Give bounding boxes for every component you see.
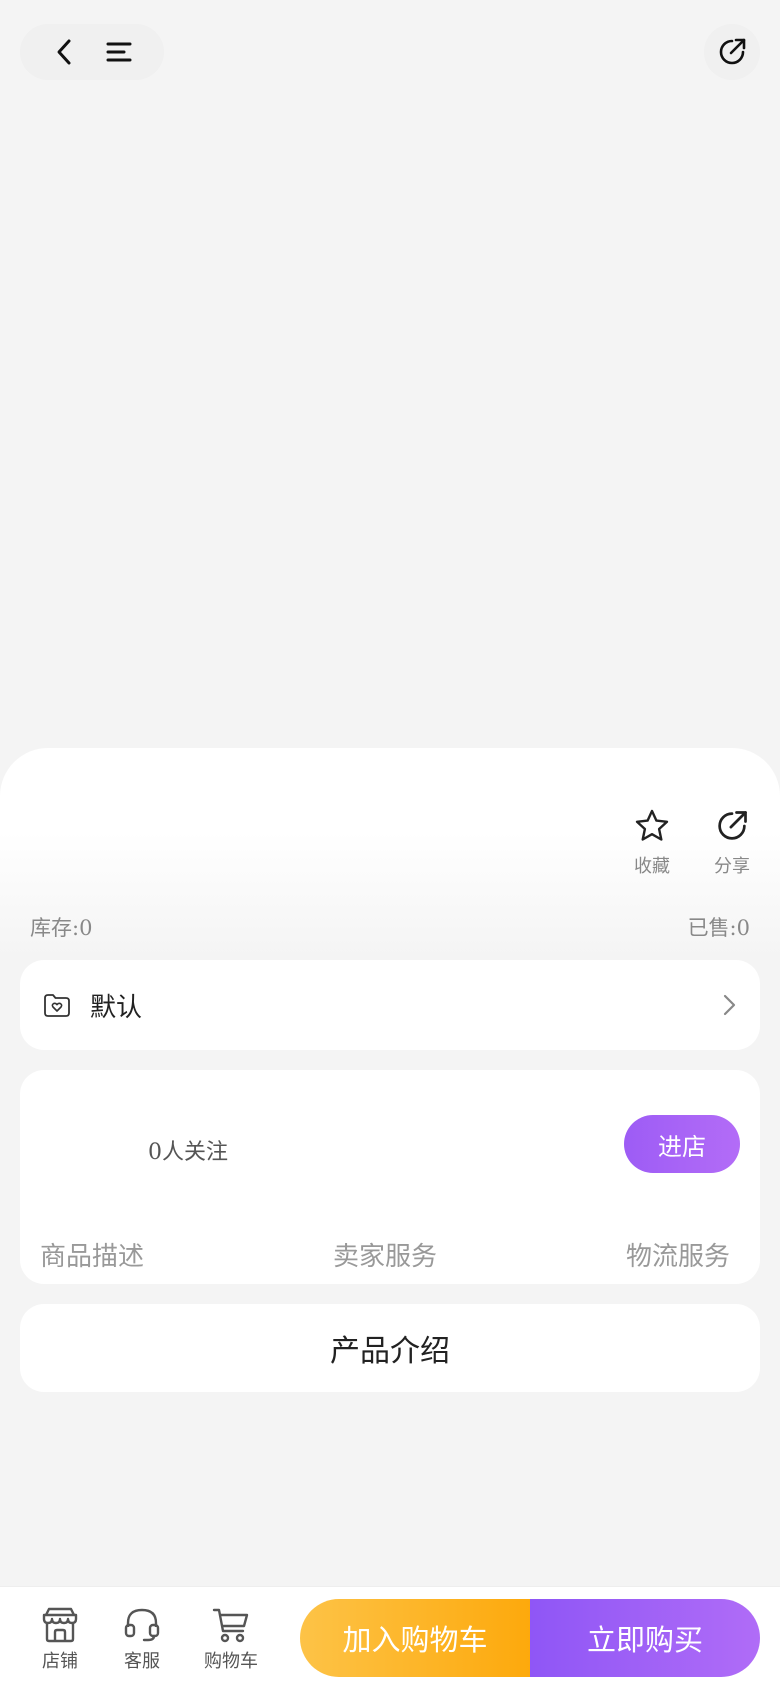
sold-count: 已售:0 bbox=[687, 916, 750, 940]
enter-shop-button[interactable]: 进店 bbox=[624, 1115, 740, 1173]
spec-label: 默认 bbox=[90, 992, 143, 1023]
stock-count: 库存:0 bbox=[30, 916, 93, 940]
product-intro-card: 产品介绍 bbox=[20, 1304, 760, 1392]
favorite-button[interactable]: 收藏 bbox=[622, 808, 682, 878]
rating-seller-service: 卖家服务 bbox=[333, 1242, 438, 1272]
add-to-cart-button[interactable]: 加入购物车 bbox=[300, 1599, 530, 1677]
cart-label: 购物车 bbox=[204, 1651, 258, 1672]
nav-pill bbox=[20, 24, 164, 80]
share-icon bbox=[719, 38, 746, 65]
buy-now-button[interactable]: 立即购买 bbox=[530, 1599, 760, 1677]
back-button[interactable] bbox=[45, 32, 85, 72]
customer-service-label: 客服 bbox=[124, 1651, 160, 1672]
cart-button[interactable]: 购物车 bbox=[196, 1605, 266, 1673]
headset-icon bbox=[124, 1608, 160, 1642]
chevron-left-icon bbox=[57, 39, 71, 65]
product-intro-title: 产品介绍 bbox=[330, 1334, 450, 1369]
favorite-label: 收藏 bbox=[634, 856, 670, 877]
store-icon bbox=[42, 1607, 78, 1643]
menu-button[interactable] bbox=[99, 32, 139, 72]
rating-description: 商品描述 bbox=[40, 1242, 145, 1272]
top-share-button[interactable] bbox=[704, 24, 760, 80]
share-icon bbox=[718, 811, 747, 840]
store-button[interactable]: 店铺 bbox=[25, 1605, 95, 1673]
customer-service-button[interactable]: 客服 bbox=[107, 1605, 177, 1673]
share-button[interactable]: 分享 bbox=[702, 808, 762, 878]
cart-icon bbox=[212, 1608, 249, 1643]
star-icon bbox=[635, 809, 669, 841]
followers-count: 0人关注 bbox=[148, 1140, 228, 1165]
folder-heart-icon bbox=[44, 994, 70, 1017]
rating-logistics: 物流服务 bbox=[626, 1242, 731, 1272]
spec-selector[interactable]: 默认 bbox=[20, 960, 760, 1050]
shop-card: 0人关注 进店 商品描述 卖家服务 物流服务 bbox=[20, 1070, 760, 1284]
product-image-area[interactable] bbox=[0, 96, 780, 736]
share-label: 分享 bbox=[714, 856, 750, 877]
bottom-bar: 店铺 客服 购物车 加入购物车 立即购买 bbox=[0, 1586, 780, 1688]
menu-icon bbox=[106, 42, 132, 62]
store-label: 店铺 bbox=[42, 1651, 78, 1672]
chevron-right-icon bbox=[723, 994, 736, 1016]
